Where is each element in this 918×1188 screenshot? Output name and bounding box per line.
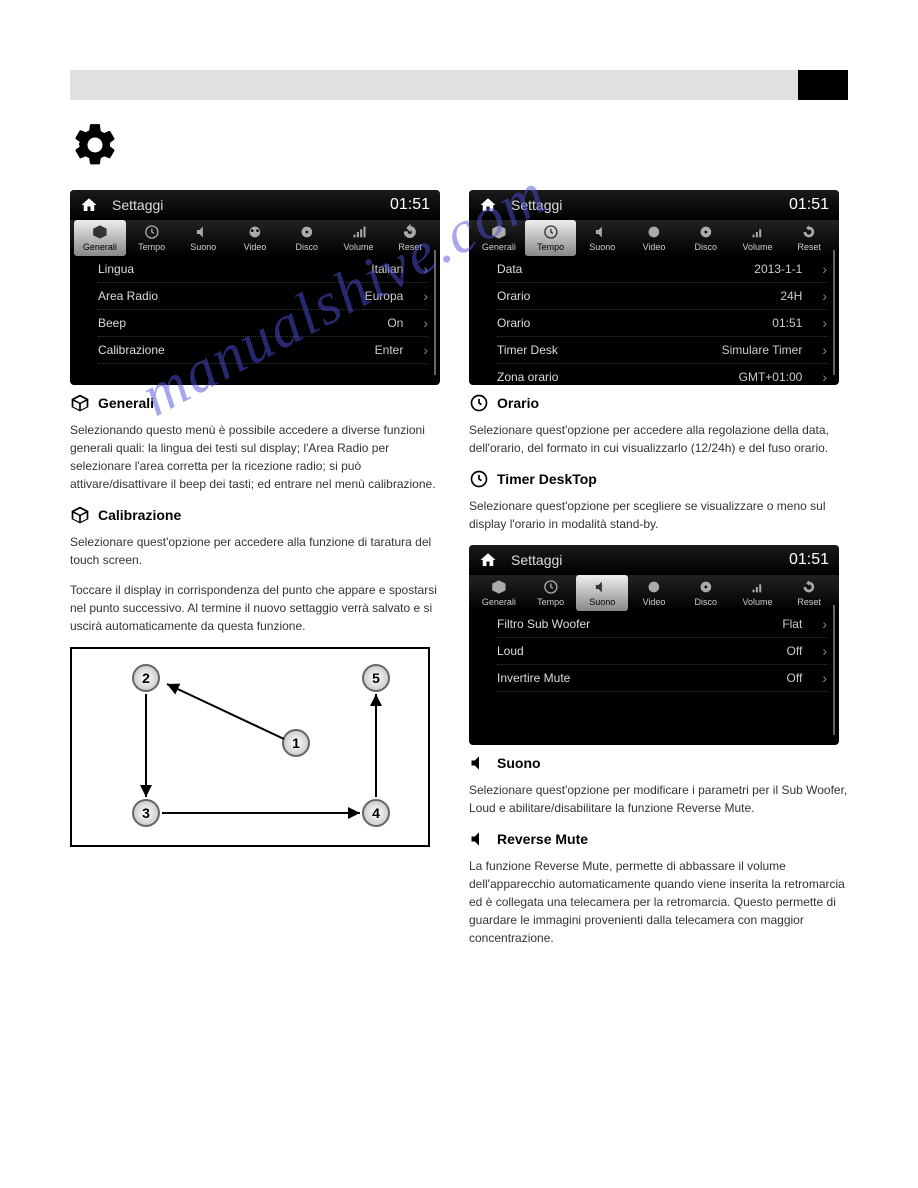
setting-row-area-radio[interactable]: Area RadioEuropa› (98, 283, 428, 310)
tab-reset[interactable]: Reset (384, 220, 436, 256)
screenshot-generali: Settaggi 01:51 Generali Tempo Suono Vide… (70, 190, 440, 385)
tab-volume[interactable]: Volume (333, 220, 385, 256)
chevron-right-icon: › (423, 315, 428, 331)
text-reverse-mute: La funzione Reverse Mute, permette di ab… (469, 857, 848, 947)
screenshot-suono: Settaggi 01:51 Generali Tempo Suono Vide… (469, 545, 839, 745)
calibration-diagram: 1 2 3 4 5 (70, 647, 430, 847)
tab-video[interactable]: Video (628, 575, 680, 611)
text-calibrazione-2: Toccare il display in corrispondenza del… (70, 581, 449, 635)
tab-disco[interactable]: Disco (680, 575, 732, 611)
tab-disco[interactable]: Disco (680, 220, 732, 256)
tab-video[interactable]: Video (628, 220, 680, 256)
tab-row: Generali Tempo Suono Video Disco Volume … (70, 220, 440, 256)
setting-row-orario-format[interactable]: Orario24H› (497, 283, 827, 310)
home-icon (80, 196, 98, 214)
chevron-right-icon: › (822, 643, 827, 659)
tab-suono[interactable]: Suono (576, 220, 628, 256)
chevron-right-icon: › (822, 369, 827, 385)
chevron-right-icon: › (423, 342, 428, 358)
heading-timer: Timer DeskTop (469, 469, 848, 489)
setting-row-orario-time[interactable]: Orario01:51› (497, 310, 827, 337)
tab-row: Generali Tempo Suono Video Disco Volume … (469, 575, 839, 611)
setting-row-calibrazione[interactable]: CalibrazioneEnter› (98, 337, 428, 364)
text-calibrazione-1: Selezionare quest'opzione per accedere a… (70, 533, 449, 569)
chevron-right-icon: › (423, 261, 428, 277)
tab-tempo[interactable]: Tempo (126, 220, 178, 256)
tab-tempo[interactable]: Tempo (525, 575, 577, 611)
header-black-tab (798, 70, 848, 100)
setting-row-lingua[interactable]: LinguaItalian› (98, 256, 428, 283)
tab-volume[interactable]: Volume (732, 220, 784, 256)
text-orario: Selezionare quest'opzione per accedere a… (469, 421, 848, 457)
tab-disco[interactable]: Disco (281, 220, 333, 256)
screen-clock: 01:51 (789, 196, 829, 214)
clock-icon (469, 469, 489, 489)
home-icon (479, 551, 497, 569)
calib-point-4: 4 (362, 799, 390, 827)
chevron-right-icon: › (822, 616, 827, 632)
chevron-right-icon: › (822, 261, 827, 277)
page-header-bar (70, 70, 848, 100)
screen-clock: 01:51 (789, 551, 829, 569)
heading-orario: Orario (469, 393, 848, 413)
chevron-right-icon: › (822, 288, 827, 304)
cube-icon (70, 505, 90, 525)
tab-generali[interactable]: Generali (74, 220, 126, 256)
tab-reset[interactable]: Reset (783, 575, 835, 611)
tab-volume[interactable]: Volume (732, 575, 784, 611)
cube-icon (70, 393, 90, 413)
setting-row-data[interactable]: Data2013-1-1› (497, 256, 827, 283)
gear-icon (70, 120, 120, 170)
calib-point-5: 5 (362, 664, 390, 692)
tab-generali[interactable]: Generali (473, 220, 525, 256)
setting-row-zona[interactable]: Zona orarioGMT+01:00› (497, 364, 827, 385)
setting-row-filtro[interactable]: Filtro Sub WooferFlat› (497, 611, 827, 638)
screen-clock: 01:51 (390, 196, 430, 214)
chevron-right-icon: › (423, 288, 428, 304)
speaker-icon (469, 829, 489, 849)
heading-generali: Generali (70, 393, 449, 413)
scrollbar[interactable] (833, 250, 835, 375)
setting-row-invertire[interactable]: Invertire MuteOff› (497, 665, 827, 692)
chevron-right-icon: › (822, 342, 827, 358)
tab-suono[interactable]: Suono (177, 220, 229, 256)
tab-generali[interactable]: Generali (473, 575, 525, 611)
tab-suono[interactable]: Suono (576, 575, 628, 611)
screen-title: Settaggi (511, 552, 789, 568)
chevron-right-icon: › (822, 670, 827, 686)
calib-point-1: 1 (282, 729, 310, 757)
text-timer: Selezionare quest'opzione per scegliere … (469, 497, 848, 533)
heading-reverse-mute: Reverse Mute (469, 829, 848, 849)
scrollbar[interactable] (833, 605, 835, 735)
home-icon (479, 196, 497, 214)
setting-row-timer-desk[interactable]: Timer DeskSimulare Timer› (497, 337, 827, 364)
clock-icon (469, 393, 489, 413)
setting-row-loud[interactable]: LoudOff› (497, 638, 827, 665)
heading-suono: Suono (469, 753, 848, 773)
screenshot-tempo: Settaggi 01:51 Generali Tempo Suono Vide… (469, 190, 839, 385)
tab-row: Generali Tempo Suono Video Disco Volume … (469, 220, 839, 256)
heading-calibrazione: Calibrazione (70, 505, 449, 525)
screen-title: Settaggi (511, 197, 789, 213)
tab-tempo[interactable]: Tempo (525, 220, 577, 256)
tab-video[interactable]: Video (229, 220, 281, 256)
calib-point-2: 2 (132, 664, 160, 692)
scrollbar[interactable] (434, 250, 436, 375)
text-generali: Selezionando questo menù è possibile acc… (70, 421, 449, 493)
speaker-icon (469, 753, 489, 773)
screen-title: Settaggi (112, 197, 390, 213)
setting-row-beep[interactable]: BeepOn› (98, 310, 428, 337)
text-suono: Selezionare quest'opzione per modificare… (469, 781, 848, 817)
chevron-right-icon: › (822, 315, 827, 331)
tab-reset[interactable]: Reset (783, 220, 835, 256)
calib-point-3: 3 (132, 799, 160, 827)
